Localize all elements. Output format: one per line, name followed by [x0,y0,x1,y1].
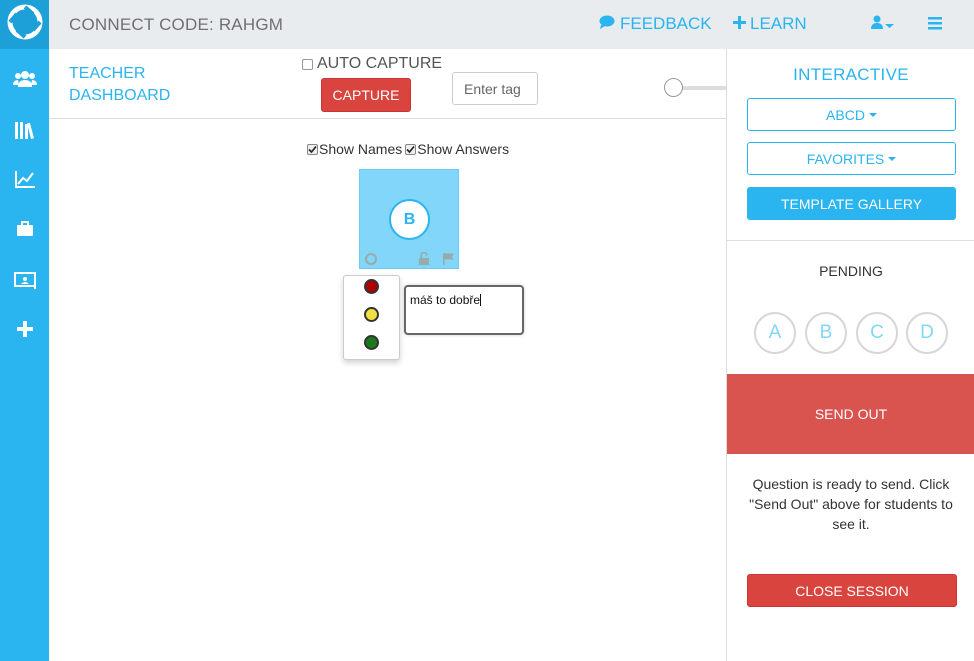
capture-button[interactable]: CAPTURE [321,78,411,112]
auto-capture-checkbox[interactable] [302,58,313,70]
feedback-label: FEEDBACK [620,14,712,33]
learn-label: LEARN [750,14,807,33]
send-out-button[interactable]: SEND OUT [727,374,974,454]
logo[interactable] [0,0,49,49]
chart-line-icon [14,169,36,194]
sidebar-item-briefcase[interactable] [0,216,49,246]
feedback-color-picker [343,275,400,360]
show-answers-label: Show Answers [417,141,510,157]
users-icon [12,69,37,94]
feedback-link[interactable]: FEEDBACK [599,14,712,34]
presentation-icon [13,270,37,295]
choice-c: C [856,312,898,354]
text-cursor [480,294,482,306]
auto-capture-label: AUTO CAPTURE [317,55,443,72]
feedback-text: máš to dobře [410,293,481,307]
color-option-green[interactable] [364,335,379,350]
main-content: TEACHER DASHBOARD AUTO CAPTURE CAPTURE S… [49,49,726,661]
divider [49,118,726,119]
choice-a: A [754,312,796,354]
choice-d: D [906,312,948,354]
abcd-label: ABCD [826,106,865,123]
top-bar: CONNECT CODE: RAHGM FEEDBACK LEARN [49,0,974,49]
choice-b: B [805,312,847,354]
briefcase-icon [15,220,35,243]
student-response-card[interactable]: B [359,169,459,269]
display-options: Show Names Show Answers [307,141,509,157]
status-label: PENDING [819,263,883,279]
chevron-down-icon [885,16,894,34]
slider-handle[interactable] [664,78,683,97]
favorites-dropdown[interactable]: FAVORITES [747,142,956,175]
student-answer: B [389,199,430,240]
close-session-button[interactable]: CLOSE SESSION [747,574,957,607]
auto-capture-toggle[interactable]: AUTO CAPTURE [302,55,442,73]
user-icon [871,15,883,34]
color-option-yellow[interactable] [364,307,379,322]
page-title: TEACHER DASHBOARD [69,65,171,104]
sidebar-item-add[interactable] [0,316,49,346]
show-names-checkbox[interactable] [307,143,318,155]
right-panel: INTERACTIVE ABCD FAVORITES TEMPLATE GALL… [726,49,974,661]
sidebar-item-users[interactable] [0,66,49,96]
learn-link[interactable]: LEARN [733,14,807,34]
color-option-red[interactable] [364,279,379,294]
plus-icon [733,14,746,34]
library-icon [14,120,36,145]
show-names-label: Show Names [319,141,403,157]
panel-title: INTERACTIVE [793,65,909,84]
unlock-icon[interactable] [418,251,430,270]
menu-button[interactable] [928,17,942,35]
flag-icon[interactable] [442,252,455,270]
caret-down-icon [868,112,877,117]
sidebar-item-reports[interactable] [0,166,49,196]
sidebar-item-presentation[interactable] [0,267,49,297]
show-answers-checkbox[interactable] [405,143,417,155]
template-gallery-button[interactable]: TEMPLATE GALLERY [747,187,956,220]
feedback-text-input[interactable]: máš to dobře [404,285,524,335]
abcd-dropdown[interactable]: ABCD [747,98,956,131]
connect-code: CONNECT CODE: RAHGM [69,15,284,34]
caret-down-icon [888,156,897,161]
favorites-label: FAVORITES [806,150,885,167]
tag-input[interactable] [452,72,538,105]
plus-icon [16,320,34,343]
ready-message: Question is ready to send. Click "Send O… [749,476,953,532]
ring-icon[interactable] [364,252,378,271]
sidebar [0,0,49,661]
comment-icon [599,14,615,34]
hamburger-icon [928,17,942,34]
sidebar-item-library[interactable] [0,117,49,147]
user-menu-button[interactable] [871,15,894,34]
logo-icon [5,2,45,47]
divider [727,240,974,241]
